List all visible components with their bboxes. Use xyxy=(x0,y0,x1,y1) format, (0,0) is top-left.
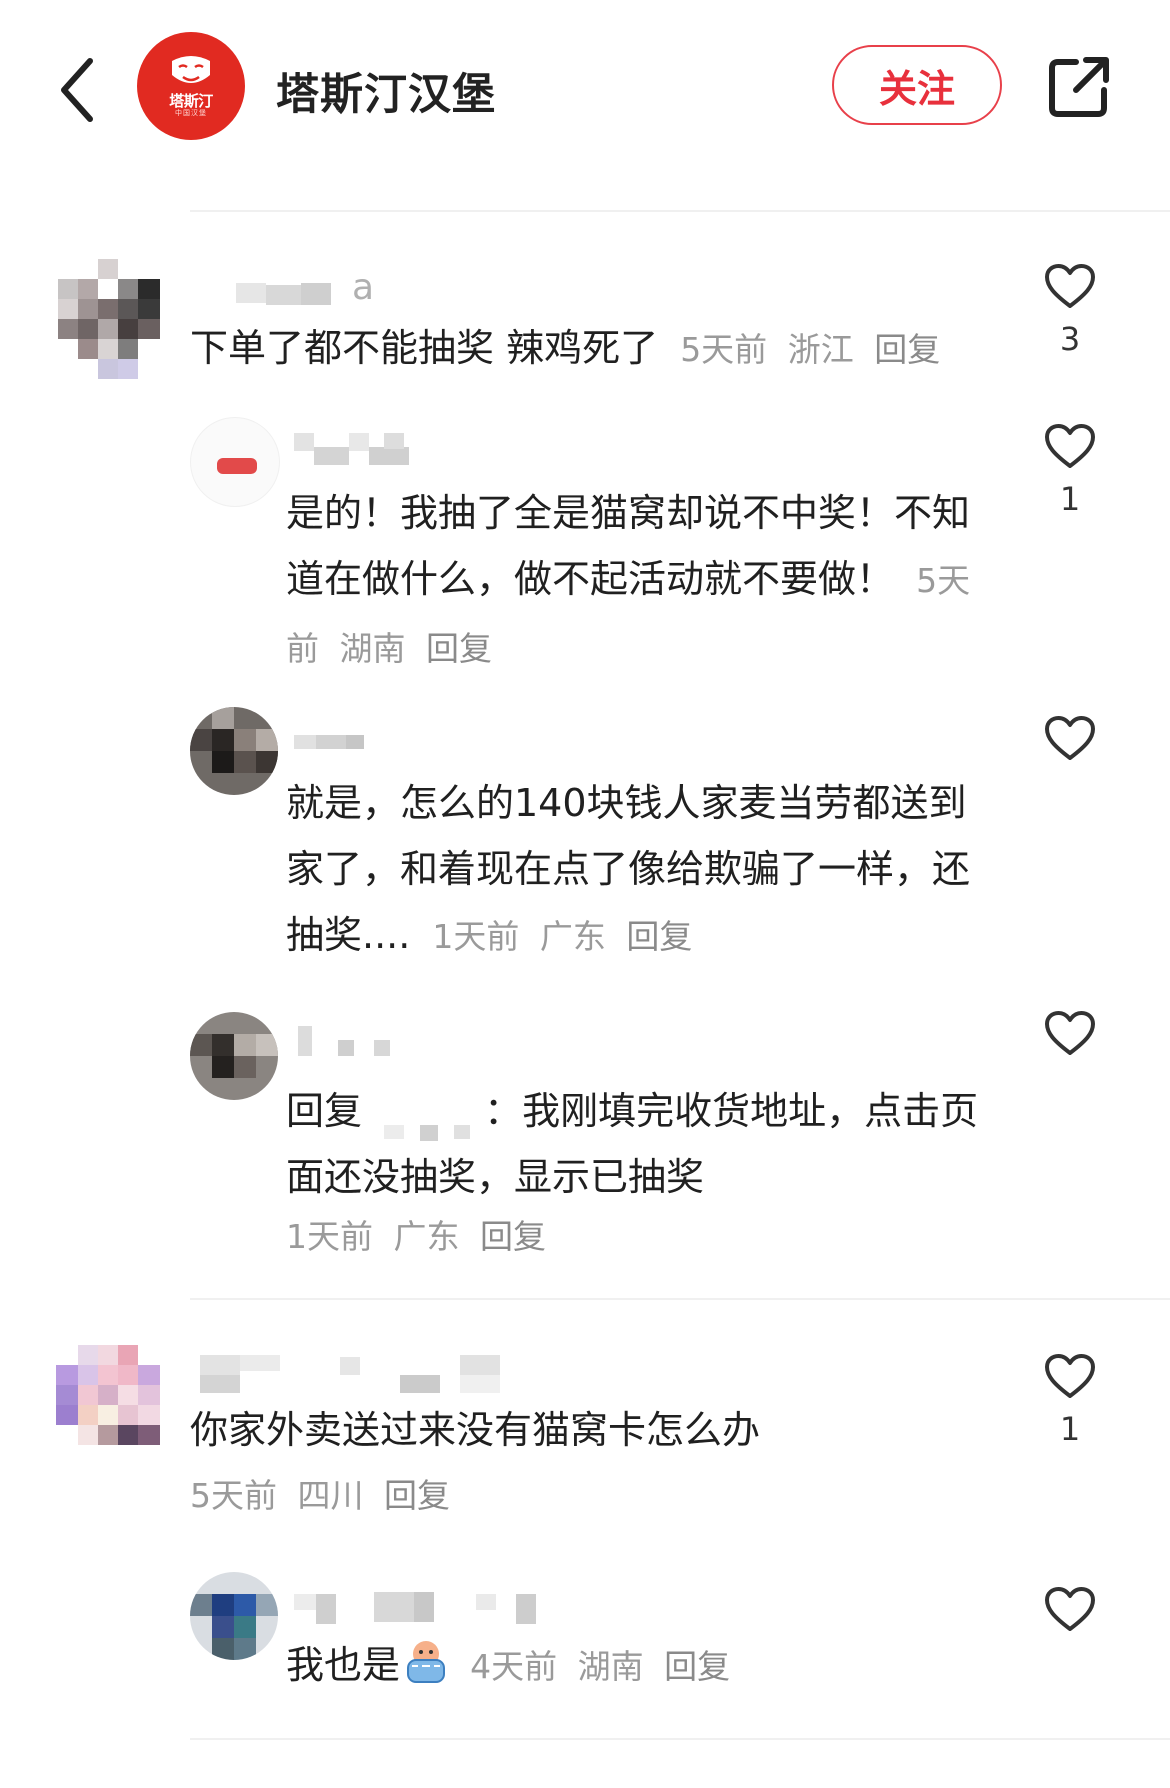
avatar-pixelated xyxy=(58,259,160,379)
username-blurred[interactable] xyxy=(294,427,434,467)
heart-icon xyxy=(1045,1011,1095,1055)
like-button[interactable] xyxy=(1042,1010,1098,1066)
mentioned-user-blurred[interactable] xyxy=(374,1099,484,1141)
comment-body: 我也是 xyxy=(286,1643,401,1687)
username-blurred[interactable] xyxy=(294,1020,404,1060)
like-count: 1 xyxy=(1059,480,1081,518)
thread-divider xyxy=(190,1298,1170,1300)
comment-location: 湖南 xyxy=(339,629,406,668)
user-avatar[interactable] xyxy=(190,417,280,507)
blurred-name-blocks xyxy=(298,1026,390,1056)
reply-prefix: 回复 xyxy=(286,1089,363,1133)
like-button[interactable] xyxy=(1042,1586,1098,1642)
heart-icon xyxy=(1045,1354,1095,1398)
username-blurred[interactable] xyxy=(294,727,404,757)
logo-subtext: 中国汉堡 xyxy=(175,109,207,117)
avatar-pixelated xyxy=(190,707,278,795)
reply-button[interactable]: 回复 xyxy=(874,330,940,369)
user-avatar[interactable] xyxy=(58,259,160,383)
avatar-pixelated xyxy=(56,1345,160,1445)
heart-icon xyxy=(1045,264,1095,308)
blurred-name-blocks xyxy=(200,1355,500,1393)
comment-meta: 1天前 广东 回复 xyxy=(286,1210,546,1258)
comment-time: 1天前 xyxy=(432,917,520,956)
comment-item: 你家外卖送过来没有猫窝卡怎么办 5天前 四川 回复 1 xyxy=(0,1345,1170,1535)
comment-body: 是的！我抽了全是猫窝却说不中奖！不知道在做什么，做不起活动就不要做！ xyxy=(286,491,971,601)
comment-text: 回复 ：我刚填完收货地址，点击页面还没抽奖，显示已抽奖 xyxy=(286,1078,1016,1210)
heart-icon xyxy=(1045,1587,1095,1631)
comment-location: 四川 xyxy=(297,1476,364,1515)
avatar-pixelated xyxy=(217,458,257,474)
comment-meta: 5天前 四川 回复 xyxy=(190,1469,450,1517)
username-blurred[interactable] xyxy=(200,1353,540,1397)
reply-comment-item: 回复 ：我刚填完收货地址，点击页面还没抽奖，显示已抽奖 1天前 广东 回复 xyxy=(0,1010,1170,1270)
share-icon[interactable] xyxy=(1046,54,1112,120)
blurred-name-blocks xyxy=(384,1124,471,1141)
comment-text: 就是，怎么的140块钱人家麦当劳都送到家了，和着现在点了像给欺骗了一样，还抽奖.… xyxy=(286,770,1001,970)
crying-emoji-icon xyxy=(407,1641,446,1683)
reply-button[interactable]: 回复 xyxy=(626,917,692,956)
user-avatar[interactable] xyxy=(190,1012,278,1100)
like-button[interactable] xyxy=(1042,715,1098,771)
logo-text: 塔斯汀 xyxy=(169,92,213,110)
like-button[interactable]: 3 xyxy=(1042,263,1098,359)
reply-button[interactable]: 回复 xyxy=(664,1647,730,1686)
mask-face-icon xyxy=(172,56,210,83)
heart-icon xyxy=(1045,424,1095,468)
shop-name[interactable]: 塔斯汀汉堡 xyxy=(276,60,496,122)
avatar-pixelated xyxy=(190,1572,278,1660)
reply-comment-item: 是的！我抽了全是猫窝却说不中奖！不知道在做什么，做不起活动就不要做！ 5天前 湖… xyxy=(0,415,1170,685)
like-count: 1 xyxy=(1059,1410,1081,1448)
reply-comment-item: 我也是 4天前 湖南 回复 xyxy=(0,1572,1170,1712)
comment-text: 我也是 4天前 湖南 回复 xyxy=(286,1632,1046,1700)
comment-time: 5天前 xyxy=(190,1476,277,1515)
comment-location: 浙江 xyxy=(787,330,854,369)
blurred-name-blocks xyxy=(294,1592,536,1624)
blurred-name-blocks xyxy=(294,433,409,465)
blurred-name-blocks xyxy=(294,735,364,749)
username-tail: a xyxy=(352,267,375,308)
follow-button[interactable]: 关注 xyxy=(832,45,1002,125)
heart-icon xyxy=(1045,716,1095,760)
avatar-pixelated xyxy=(190,1012,278,1100)
reply-comment-item: 就是，怎么的140块钱人家麦当劳都送到家了，和着现在点了像给欺骗了一样，还抽奖.… xyxy=(0,705,1170,975)
comment-time: 5天前 xyxy=(680,330,768,369)
comment-text: 是的！我抽了全是猫窝却说不中奖！不知道在做什么，做不起活动就不要做！ 5天前 湖… xyxy=(286,480,1001,682)
user-avatar[interactable] xyxy=(190,1572,278,1660)
comment-text: 下单了都不能抽奖 辣鸡死了 5天前 浙江 回复 xyxy=(190,315,1020,383)
like-count: 3 xyxy=(1059,320,1081,358)
username-blurred[interactable] xyxy=(294,1588,564,1628)
bottom-divider xyxy=(190,1738,1170,1740)
reply-button[interactable]: 回复 xyxy=(426,629,492,668)
comment-time: 4天前 xyxy=(470,1647,558,1686)
like-button[interactable]: 1 xyxy=(1042,423,1098,519)
shop-logo[interactable]: 塔斯汀 中国汉堡 xyxy=(137,32,245,140)
comment-text: 你家外卖送过来没有猫窝卡怎么办 xyxy=(190,1408,761,1452)
user-avatar[interactable] xyxy=(56,1345,160,1449)
comment-location: 广东 xyxy=(393,1217,460,1256)
comment-item: a 下单了都不能抽奖 辣鸡死了 5天前 浙江 回复 3 xyxy=(0,255,1170,395)
comment-location: 广东 xyxy=(539,917,606,956)
comment-body: 下单了都不能抽奖 辣鸡死了 xyxy=(190,326,659,370)
like-button[interactable]: 1 xyxy=(1042,1353,1098,1449)
reply-button[interactable]: 回复 xyxy=(384,1476,450,1515)
comment-location: 湖南 xyxy=(577,1647,644,1686)
comment-time: 1天前 xyxy=(286,1217,373,1256)
reply-button[interactable]: 回复 xyxy=(480,1217,546,1256)
back-arrow-icon[interactable] xyxy=(52,55,102,125)
user-avatar[interactable] xyxy=(190,707,278,795)
header-divider xyxy=(190,210,1170,212)
